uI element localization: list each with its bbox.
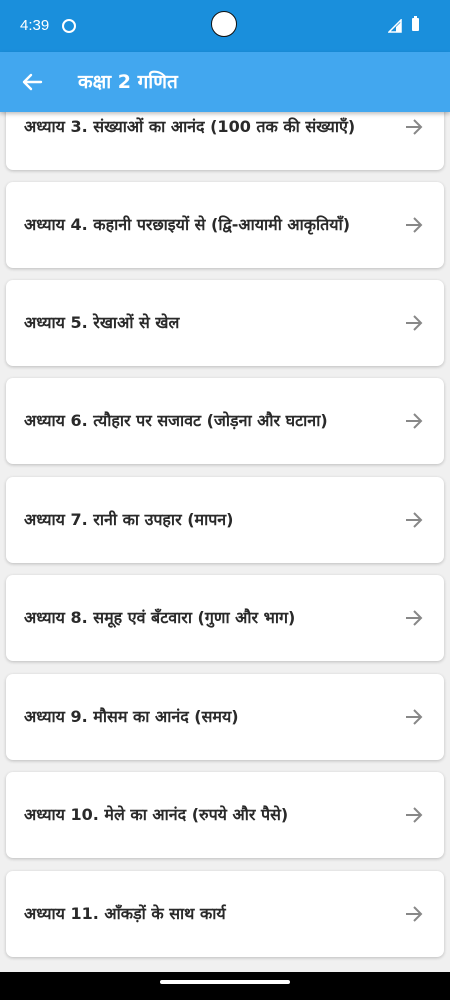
chapter-card[interactable]: अध्याय 10. मेले का आनंद (रुपये और पैसे) bbox=[6, 772, 444, 858]
arrow-right-icon bbox=[406, 906, 423, 922]
chapter-card[interactable]: अध्याय 5. रेखाओं से खेल bbox=[6, 280, 444, 366]
home-gesture-handle[interactable] bbox=[160, 980, 290, 984]
chapter-card[interactable]: अध्याय 11. आँकड़ों के साथ कार्य bbox=[6, 871, 444, 957]
battery-icon bbox=[412, 16, 419, 31]
chapter-list: अध्याय 3. संख्याओं का आनंद (100 तक की सं… bbox=[0, 0, 450, 1000]
status-bar: 4:39 bbox=[0, 0, 450, 52]
chapter-label: अध्याय 10. मेले का आनंद (रुपये और पैसे) bbox=[24, 805, 289, 824]
app-bar: कक्षा 2 गणित bbox=[0, 52, 450, 112]
signal-icon bbox=[388, 19, 402, 33]
chapter-card[interactable]: अध्याय 7. रानी का उपहार (मापन) bbox=[6, 477, 444, 563]
arrow-right-icon bbox=[406, 315, 423, 331]
status-time: 4:39 bbox=[20, 17, 50, 34]
notification-icon bbox=[62, 19, 76, 33]
arrow-right-icon bbox=[406, 610, 423, 626]
chapter-label: अध्याय 3. संख्याओं का आनंद (100 तक की सं… bbox=[24, 117, 356, 136]
camera-cutout bbox=[211, 11, 237, 37]
navigation-bar bbox=[0, 972, 450, 1000]
arrow-right-icon bbox=[406, 709, 423, 725]
arrow-right-icon bbox=[406, 413, 423, 429]
page-title: कक्षा 2 गणित bbox=[78, 71, 178, 93]
chapter-label: अध्याय 11. आँकड़ों के साथ कार्य bbox=[24, 904, 226, 923]
chapter-label: अध्याय 7. रानी का उपहार (मापन) bbox=[24, 510, 234, 529]
chapter-card[interactable]: अध्याय 6. त्यौहार पर सजावट (जोड़ना और घट… bbox=[6, 378, 444, 464]
arrow-left-icon[interactable] bbox=[14, 64, 50, 100]
chapter-card[interactable]: अध्याय 9. मौसम का आनंद (समय) bbox=[6, 674, 444, 760]
arrow-right-icon bbox=[406, 807, 423, 823]
arrow-right-icon bbox=[406, 512, 423, 528]
chapter-label: अध्याय 9. मौसम का आनंद (समय) bbox=[24, 707, 239, 726]
arrow-right-icon bbox=[406, 217, 423, 233]
list-bottom-spacer bbox=[0, 962, 450, 972]
chapter-label: अध्याय 5. रेखाओं से खेल bbox=[24, 313, 180, 332]
chapter-label: अध्याय 6. त्यौहार पर सजावट (जोड़ना और घट… bbox=[24, 411, 328, 430]
chapter-card[interactable]: अध्याय 8. समूह एवं बँटवारा (गुणा और भाग) bbox=[6, 575, 444, 661]
chapter-card[interactable]: अध्याय 4. कहानी परछाइयों से (द्वि-आयामी … bbox=[6, 182, 444, 268]
chapter-label: अध्याय 8. समूह एवं बँटवारा (गुणा और भाग) bbox=[24, 608, 296, 627]
arrow-right-icon bbox=[406, 119, 423, 135]
chapter-label: अध्याय 4. कहानी परछाइयों से (द्वि-आयामी … bbox=[24, 215, 351, 234]
